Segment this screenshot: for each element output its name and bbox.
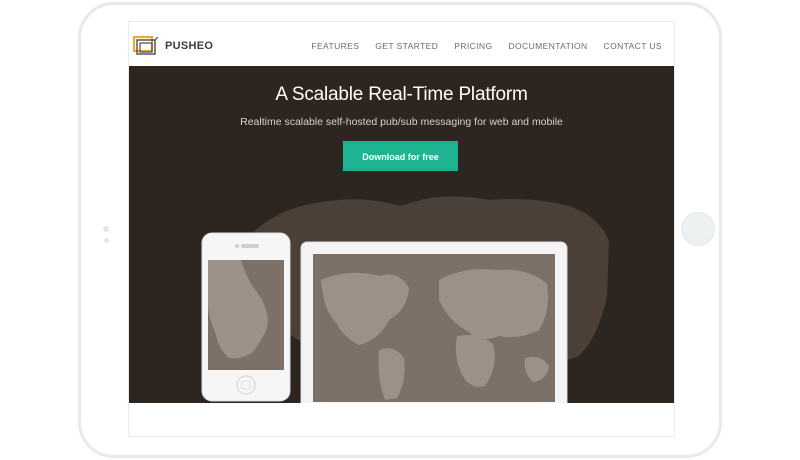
- pusheo-logo-icon: [132, 34, 159, 58]
- nav-item-pricing[interactable]: PRICING: [454, 41, 492, 51]
- nav-item-documentation[interactable]: DOCUMENTATION: [509, 41, 588, 51]
- nav-item-contact-us[interactable]: CONTACT US: [604, 41, 662, 51]
- tablet-screen: PUSHEO FEATURES GET STARTED PRICING DOCU…: [128, 21, 675, 437]
- nav-item-get-started[interactable]: GET STARTED: [375, 41, 438, 51]
- nav-menu: FEATURES GET STARTED PRICING DOCUMENTATI…: [311, 41, 662, 51]
- smartphone-icon: [201, 232, 291, 402]
- navbar: PUSHEO FEATURES GET STARTED PRICING DOCU…: [129, 22, 674, 66]
- tablet-sensor-icon: [104, 238, 109, 243]
- brand-logo[interactable]: PUSHEO: [132, 34, 214, 58]
- hero-section: A Scalable Real-Time Platform Realtime s…: [129, 66, 674, 403]
- tablet-camera-icon: [103, 226, 109, 232]
- page-footer-area: [129, 403, 674, 436]
- brand-name: PUSHEO: [165, 40, 214, 52]
- tablet-home-button: [681, 212, 715, 246]
- nav-item-features[interactable]: FEATURES: [311, 41, 359, 51]
- laptop-icon: [300, 241, 568, 403]
